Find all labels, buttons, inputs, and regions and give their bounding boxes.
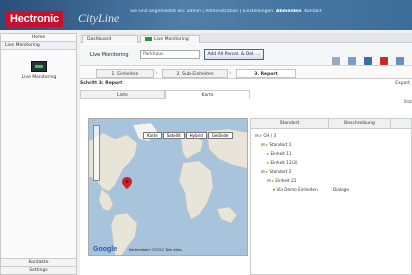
tab-dashboard[interactable]: Dashboard <box>82 35 138 43</box>
google-logo: Google <box>93 246 118 253</box>
view-tabs: Liste Karte <box>80 90 250 99</box>
map-view[interactable]: Karte Satellit Hybrid Gelände Google Karten… <box>88 118 248 256</box>
pin-icon: ▾ <box>273 187 276 192</box>
tree-row[interactable]: ⊟ ▸ CH / 3 <box>251 131 411 140</box>
folder-icon: ▸ <box>259 133 262 138</box>
map-type-controls: Karte Satellit Hybrid Gelände <box>143 122 234 141</box>
expand-icon[interactable]: ⊟ <box>261 142 265 147</box>
tree-row-label: Einheit 12(3) <box>270 160 298 165</box>
wizard-steps: 1. Einheiten › 2. Sub-Einheiten › 3. Rep… <box>80 67 412 79</box>
sidebar-home[interactable]: Home <box>1 34 76 42</box>
location-tree-grid: Standort Beschreibung ⊟ ▸ CH / 3 ⊟ ▸ Sta… <box>250 118 412 275</box>
zoom-slider[interactable] <box>93 125 100 181</box>
location-marker-icon[interactable] <box>122 177 132 189</box>
sidebar-item-label: Live Monitoring <box>21 75 57 80</box>
tab-list[interactable]: Liste <box>80 90 165 99</box>
chevron-right-icon: › <box>155 69 158 77</box>
contact-link[interactable]: Kontakt <box>304 9 321 14</box>
tree-row-description: Dialoge <box>333 187 349 192</box>
sidebar: Home Live Monitoring Live Monitoring Kon… <box>0 33 77 275</box>
folder-icon: ▸ <box>265 169 268 174</box>
sidebar-section-live[interactable]: Live Monitoring <box>1 42 76 50</box>
export-icon[interactable] <box>347 57 356 65</box>
map-type-hybrid-button[interactable]: Hybrid <box>185 132 207 139</box>
map-copyright: Kartendaten ©2012 Tele Atlas <box>129 248 182 252</box>
export-link[interactable]: Export <box>395 81 410 86</box>
tree-row[interactable]: ⊟ ▸ Standort 2 <box>251 167 411 176</box>
tree-row-label: Via Demo Einheiten <box>276 187 318 192</box>
sidebar-bottom: Kontakte Settings <box>1 258 76 274</box>
monitor-icon <box>145 36 152 41</box>
map-type-map-button[interactable]: Karte <box>143 132 162 139</box>
print-icon[interactable] <box>331 57 340 65</box>
grid-header: Standort Beschreibung <box>251 119 411 129</box>
logout-link[interactable]: Abmelden <box>276 9 301 14</box>
tab-live-monitoring[interactable]: Live Monitoring <box>140 35 200 43</box>
toolbar-title: Live Monitoring <box>90 52 129 58</box>
unit-icon: ▸ <box>267 160 270 165</box>
tree-row-label: CH / 3 <box>263 133 277 138</box>
step-units[interactable]: 1. Einheiten <box>96 69 154 78</box>
user-info-text: Sie sind angemeldet als: admin | Adminis… <box>130 9 274 14</box>
tree-row-label: Standort 1 <box>269 142 292 147</box>
toolbar-icons <box>329 50 404 65</box>
expand-icon[interactable]: ⊟ <box>267 178 271 183</box>
tree-row[interactable]: ⊟ ▸ Standort 1 <box>251 140 411 149</box>
tab-label: Live Monitoring <box>154 37 189 42</box>
tree-row[interactable]: ⊟ ▸ Einheit 21 <box>251 176 411 185</box>
map-type-terrain-button[interactable]: Gelände <box>207 132 233 139</box>
tree-row[interactable]: ▸ Einheit 12(3) <box>251 158 411 167</box>
app-header: Hectronic CityLine Sie sind angemeldet a… <box>0 0 412 30</box>
save-icon[interactable] <box>363 57 372 65</box>
delete-icon[interactable] <box>379 57 388 65</box>
expand-icon[interactable]: ⊟ <box>255 133 259 138</box>
unit-icon: ▸ <box>267 151 270 156</box>
main-content: Dashboard Live Monitoring Live Monitorin… <box>80 33 412 275</box>
expand-icon[interactable]: ⊟ <box>261 169 265 174</box>
tree-row[interactable]: ▾ Via Demo Einheiten Dialoge <box>251 185 411 194</box>
column-header-description[interactable]: Beschreibung <box>329 119 391 129</box>
tree-row-label: Einheit 21 <box>275 178 297 183</box>
user-info-bar: Sie sind angemeldet als: admin | Adminis… <box>130 9 412 14</box>
sidebar-item-settings[interactable]: Settings <box>1 266 76 274</box>
tab-map[interactable]: Karte <box>165 90 250 99</box>
tab-label: Dashboard <box>87 37 112 42</box>
monitor-icon <box>31 61 47 72</box>
chevron-right-icon: › <box>229 69 232 77</box>
tree-row[interactable]: ▸ Einheit 11 <box>251 149 411 158</box>
section-title: Schritt 3: Report <box>80 81 123 86</box>
tree-row-label: Einheit 11 <box>270 151 292 156</box>
map-type-satellite-button[interactable]: Satellit <box>162 132 185 139</box>
sidebar-item-live-monitoring[interactable]: Live Monitoring <box>11 61 67 80</box>
tree-row-label: Standort 2 <box>269 169 292 174</box>
step-report[interactable]: 3. Report <box>236 69 296 78</box>
location-select[interactable]: Parkhaus <box>140 50 200 59</box>
column-header-location[interactable]: Standort <box>251 119 329 129</box>
unit-icon: ▸ <box>271 178 274 183</box>
step-sub-units[interactable]: 2. Sub-Einheiten <box>162 69 228 78</box>
company-logo[interactable]: Hectronic <box>6 11 63 27</box>
tab-bar: Dashboard Live Monitoring <box>80 33 412 43</box>
folder-icon: ▸ <box>265 142 268 147</box>
sidebar-item-contacts[interactable]: Kontakte <box>1 258 76 266</box>
help-icon[interactable] <box>396 57 404 65</box>
app-name: CityLine <box>78 11 120 25</box>
toolbar: Live Monitoring Parkhaus Add All Parcel.… <box>80 44 412 66</box>
column-header-status: Stat <box>403 99 412 104</box>
add-all-button[interactable]: Add All Parcel. & Del. ... <box>204 49 264 60</box>
